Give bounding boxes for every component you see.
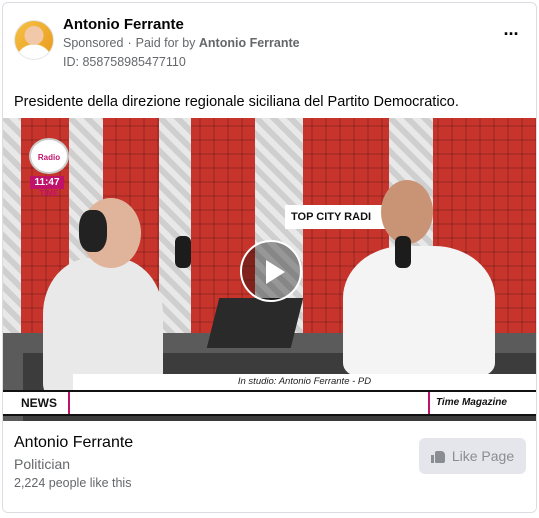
page-like-count: 2,224 people like this [14,476,132,490]
page-footer: Antonio Ferrante Politician 2,224 people… [3,421,536,512]
channel-logo: Radio TIME [29,138,69,198]
news-ticker: NEWS Time Magazine [3,390,536,416]
paid-for-prefix: Paid for by [135,36,196,50]
studio-sign: TOP CITY RADI [285,205,395,229]
laptop [206,298,304,348]
meta-separator: · [127,36,132,50]
author-avatar[interactable] [14,20,54,60]
like-page-label: Like Page [451,448,515,464]
play-icon[interactable] [240,240,302,302]
acoustic-panel [3,118,21,333]
guest-figure [343,246,495,376]
paid-for-name: Antonio Ferrante [198,36,300,50]
like-page-button[interactable]: Like Page [419,438,526,474]
ticker-brand: Time Magazine [428,392,536,414]
microphone-icon [395,236,411,268]
sponsored-post-card: Antonio Ferrante Sponsored · Paid for by A… [2,2,537,513]
sponsored-label[interactable]: Sponsored [63,36,123,50]
author-name[interactable]: Antonio Ferrante [63,16,184,33]
video-clock: 11:47 [30,176,64,189]
guest-head [381,180,433,244]
video-caption: In studio: Antonio Ferrante - PD [73,374,536,390]
post-header: Antonio Ferrante Sponsored · Paid for by A… [3,3,536,83]
post-text: Presidente della direzione regionale sic… [14,94,459,110]
post-meta: Sponsored · Paid for by Antonio Ferrante [63,36,300,50]
ad-id: ID: 858758985477110 [63,55,186,69]
more-options-icon[interactable]: ··· [500,25,522,45]
post-video[interactable]: TOP CITY RADI Radio TIME 11:47 In studio… [3,118,536,421]
page-category: Politician [14,456,71,472]
page-name[interactable]: Antonio Ferrante [14,434,133,452]
headphones-icon [79,210,107,252]
thumbs-up-icon [430,450,445,463]
acoustic-panel [159,118,191,333]
ticker-label: NEWS [3,392,70,414]
microphone-icon [175,236,191,268]
